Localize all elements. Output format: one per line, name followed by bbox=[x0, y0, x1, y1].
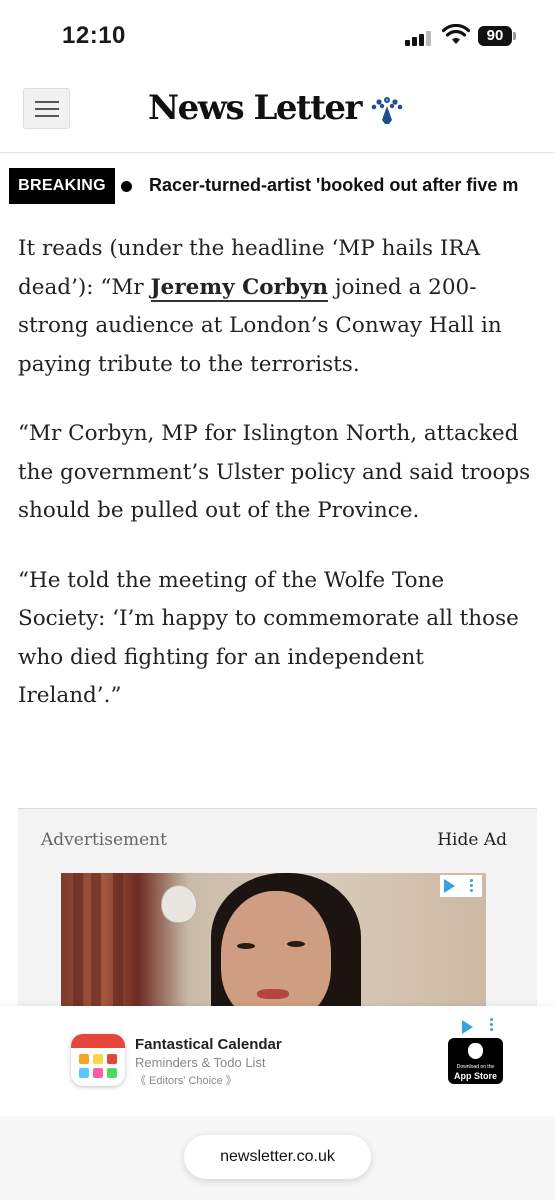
breaking-label: BREAKING bbox=[9, 168, 115, 204]
ad-image[interactable] bbox=[61, 873, 486, 1007]
peacock-logo-icon bbox=[371, 97, 403, 124]
breaking-news-ticker[interactable]: BREAKING Racer-turned-artist 'booked out… bbox=[0, 162, 555, 210]
hamburger-menu-button[interactable] bbox=[23, 88, 70, 129]
ticker-bullet bbox=[121, 181, 132, 192]
wifi-icon bbox=[442, 24, 470, 44]
app-subtitle: Reminders & Todo List bbox=[135, 1055, 266, 1070]
sticky-app-banner-ad[interactable]: Fantastical Calendar Reminders & Todo Li… bbox=[0, 1006, 555, 1117]
battery-tip bbox=[513, 32, 516, 40]
site-logo[interactable]: News Letter bbox=[148, 88, 362, 128]
author-link-jeremy-corbyn[interactable]: Jeremy Corbyn bbox=[150, 274, 329, 302]
url-bar[interactable]: newsletter.co.uk bbox=[184, 1135, 371, 1179]
adchoices-icon[interactable] bbox=[460, 1018, 500, 1038]
article-paragraph: “He told the meeting of the Wolfe Tone S… bbox=[18, 567, 519, 709]
article-paragraph: It reads (under the headline ‘MP hails I… bbox=[18, 230, 533, 384]
adchoices-icon[interactable] bbox=[440, 875, 482, 897]
article-paragraph: “Mr Corbyn, MP for Islington North, atta… bbox=[18, 421, 531, 523]
advertisement-label: Advertisement bbox=[41, 830, 167, 850]
ticker-headline[interactable]: Racer-turned-artist 'booked out after fi… bbox=[149, 175, 518, 196]
editors-choice-badge: 《 Editors' Choice 》 bbox=[135, 1075, 237, 1087]
calendar-app-icon bbox=[71, 1034, 125, 1086]
app-store-small-text: Download on the bbox=[456, 1064, 495, 1070]
article-body: It reads (under the headline ‘MP hails I… bbox=[18, 230, 533, 747]
lips-shape bbox=[257, 989, 289, 999]
app-store-label: App Store bbox=[453, 1071, 497, 1081]
app-name: Fantastical Calendar bbox=[135, 1036, 282, 1053]
site-header: News Letter bbox=[0, 70, 555, 153]
cellular-signal-icon bbox=[405, 30, 433, 46]
status-bar: 12:10 90 bbox=[0, 0, 555, 70]
app-store-button[interactable]: Download on the App Store bbox=[448, 1038, 503, 1084]
hide-ad-button[interactable]: Hide Ad bbox=[437, 830, 507, 850]
clock-time: 12:10 bbox=[62, 22, 126, 49]
lamp-shape bbox=[161, 885, 197, 923]
battery-indicator: 90 bbox=[478, 26, 512, 46]
apple-icon bbox=[468, 1043, 483, 1059]
